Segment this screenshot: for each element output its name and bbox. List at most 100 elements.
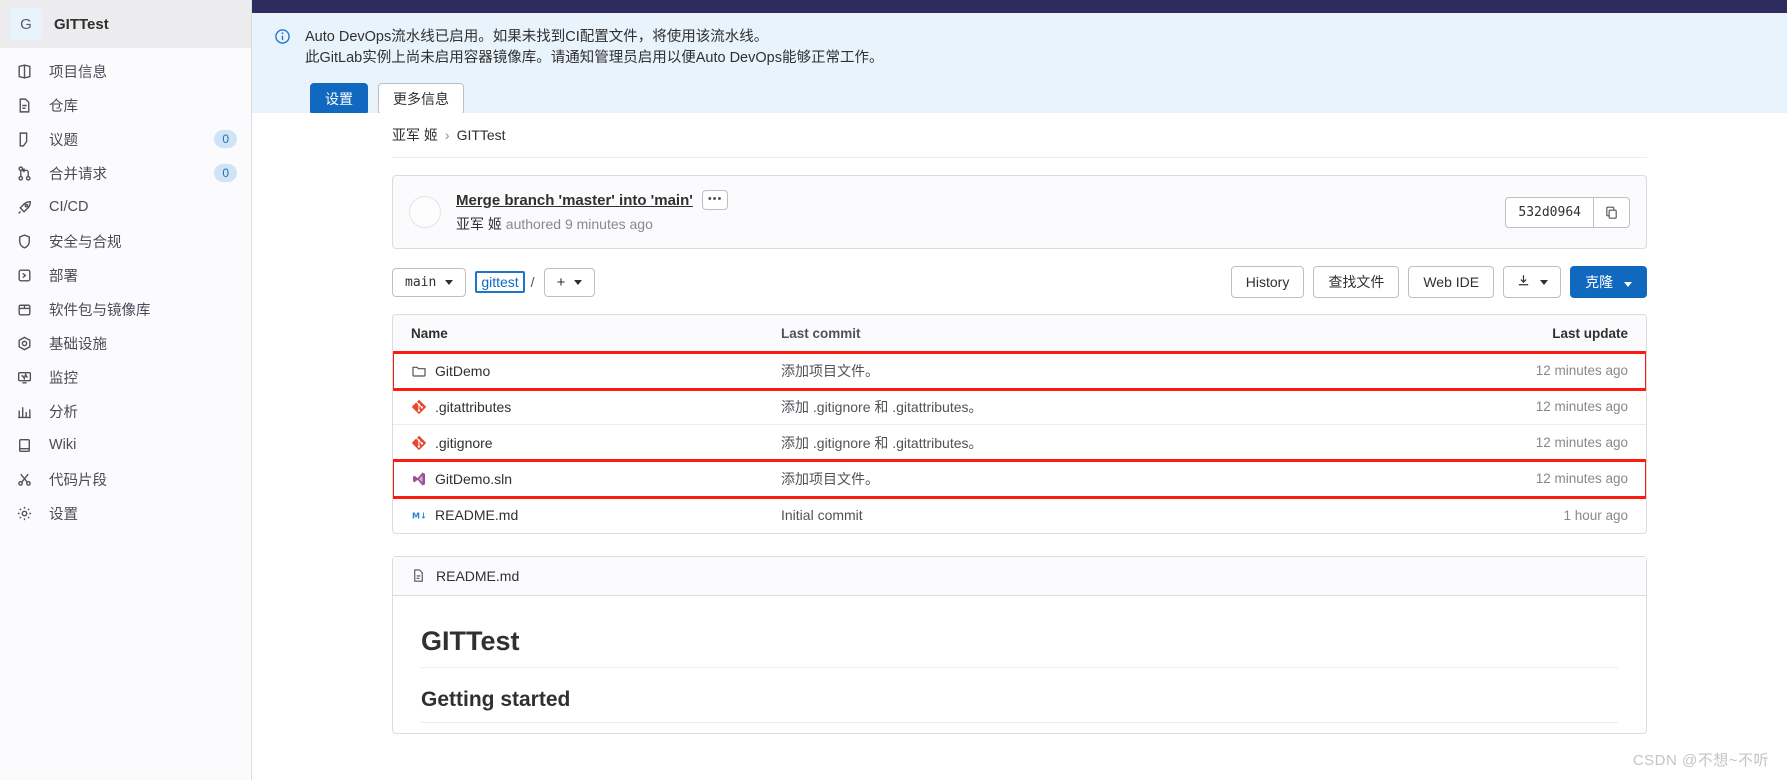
sidebar-item-cicd[interactable]: CI/CD — [0, 190, 251, 224]
sidebar-item-infrastructure[interactable]: 基础设施 — [0, 326, 251, 360]
table-row[interactable]: .gitignore 添加 .gitignore 和 .gitattribute… — [393, 425, 1646, 461]
issues-icon — [16, 130, 38, 148]
sidebar-item-wiki[interactable]: Wiki — [0, 428, 251, 462]
issues-count-badge: 0 — [214, 130, 237, 148]
sidebar-item-label: 软件包与镜像库 — [49, 302, 151, 319]
git-file-icon — [411, 399, 427, 415]
path-root-link[interactable]: gittest — [475, 271, 525, 293]
sidebar-item-settings[interactable]: 设置 — [0, 496, 251, 530]
copy-icon[interactable] — [1593, 196, 1630, 228]
sidebar-item-security[interactable]: 安全与合规 — [0, 224, 251, 258]
sidebar-item-label: 项目信息 — [49, 64, 107, 81]
csdn-watermark: CSDN @不想~不听 — [1632, 752, 1769, 769]
table-row[interactable]: GitDemo.sln 添加项目文件。 12 minutes ago — [393, 459, 1646, 499]
avatar — [409, 196, 441, 228]
sidebar-item-deployments[interactable]: 部署 — [0, 258, 251, 292]
sidebar-item-label: 分析 — [49, 404, 78, 421]
file-name-link[interactable]: README.md — [435, 507, 518, 523]
gear-icon — [16, 504, 38, 522]
last-commit-box: Merge branch 'master' into 'main' ••• 亚军… — [392, 175, 1647, 249]
project-avatar: G — [10, 8, 42, 40]
sidebar-item-monitor[interactable]: 监控 — [0, 360, 251, 394]
find-file-button[interactable]: 查找文件 — [1313, 266, 1400, 298]
commit-title[interactable]: Merge branch 'master' into 'main' — [456, 192, 693, 209]
file-table: Name Last commit Last update GitDemo 添加项… — [392, 314, 1647, 534]
sidebar-item-label: 部署 — [49, 268, 78, 285]
sidebar-item-label: 仓库 — [49, 98, 78, 115]
history-button[interactable]: History — [1230, 266, 1305, 298]
breadcrumb: 亚军 姬 › GITTest — [392, 125, 1647, 158]
clone-button[interactable]: 克隆 — [1570, 266, 1647, 298]
column-header-name: Name — [411, 326, 448, 341]
file-name-link[interactable]: .gitignore — [435, 435, 493, 451]
row-last-commit: 添加 .gitignore 和 .gitattributes。 — [781, 398, 983, 415]
file-name-link[interactable]: GitDemo — [435, 363, 490, 379]
sidebar-nav: 项目信息 仓库 议题 0 合并请求 0 CI/CD 安全与合规 部署 软件包与镜… — [0, 48, 251, 530]
chevron-down-icon — [445, 279, 454, 285]
sidebar-project-header[interactable]: G GITTest — [0, 0, 251, 48]
path-separator: / — [530, 274, 535, 290]
sidebar-item-merge-requests[interactable]: 合并请求 0 — [0, 156, 251, 190]
column-header-last-commit: Last commit — [781, 326, 861, 341]
sidebar-item-label: 基础设施 — [49, 336, 107, 353]
sidebar-item-label: 监控 — [49, 370, 78, 387]
breadcrumb-project[interactable]: GITTest — [457, 127, 506, 143]
monitor-icon — [16, 368, 38, 386]
sidebar-item-snippets[interactable]: 代码片段 — [0, 462, 251, 496]
table-row[interactable]: M↓ README.md Initial commit 1 hour ago — [393, 497, 1646, 533]
table-row[interactable]: .gitattributes 添加 .gitignore 和 .gitattri… — [393, 389, 1646, 425]
merge-requests-count-badge: 0 — [214, 164, 237, 182]
row-last-update: 12 minutes ago — [1535, 435, 1628, 450]
row-last-commit: 添加 .gitignore 和 .gitattributes。 — [781, 434, 983, 451]
commit-more-options-button[interactable]: ••• — [701, 190, 729, 210]
analytics-chart-icon — [16, 402, 38, 420]
branch-name: main — [405, 274, 437, 290]
path-breadcrumb: gittest / — [475, 271, 535, 293]
readme-heading: GITTest — [421, 626, 1618, 668]
clone-label: 克隆 — [1585, 274, 1614, 290]
breadcrumb-owner[interactable]: 亚军 姬 — [392, 125, 438, 145]
chevron-down-icon — [1624, 282, 1632, 287]
branch-selector[interactable]: main — [392, 267, 467, 297]
readme-panel-header: README.md — [393, 557, 1646, 596]
commit-sha-group: 532d0964 — [1505, 196, 1630, 228]
commit-sha[interactable]: 532d0964 — [1505, 196, 1593, 228]
project-info-icon — [16, 62, 38, 80]
row-last-commit: 添加项目文件。 — [781, 362, 879, 379]
sidebar-item-repository[interactable]: 仓库 — [0, 88, 251, 122]
package-icon — [16, 300, 38, 318]
top-navbar — [252, 0, 1787, 13]
sidebar-item-issues[interactable]: 议题 0 — [0, 122, 251, 156]
file-name-link[interactable]: .gitattributes — [435, 399, 511, 415]
sidebar-item-packages[interactable]: 软件包与镜像库 — [0, 292, 251, 326]
commit-author-line: 亚军 姬 authored 9 minutes ago — [456, 214, 1505, 234]
project-name: GITTest — [54, 15, 109, 33]
deployments-icon — [16, 266, 38, 284]
web-ide-button[interactable]: Web IDE — [1408, 266, 1495, 298]
alert-line-2: 此GitLab实例上尚未启用容器镜像库。请通知管理员启用以便Auto DevOp… — [305, 50, 884, 66]
sidebar-item-project-info[interactable]: 项目信息 — [0, 54, 251, 88]
readme-filename[interactable]: README.md — [436, 568, 519, 584]
table-row[interactable]: GitDemo 添加项目文件。 12 minutes ago — [393, 351, 1646, 391]
readme-subheading: Getting started — [421, 688, 1618, 723]
merge-requests-icon — [16, 164, 38, 182]
chevron-down-icon — [1540, 279, 1549, 285]
folder-icon — [411, 363, 427, 379]
add-to-repo-button[interactable]: + — [543, 267, 596, 297]
plus-icon: + — [556, 273, 566, 291]
repo-toolbar: main gittest / + History 查找文件 Web IDE 克隆 — [392, 266, 1647, 298]
chevron-down-icon — [574, 279, 583, 285]
sidebar-item-label: 安全与合规 — [49, 234, 122, 251]
auto-devops-alert: Auto DevOps流水线已启用。如果未找到CI配置文件，将使用该流水线。 此… — [252, 13, 1787, 115]
file-name-link[interactable]: GitDemo.sln — [435, 471, 512, 487]
svg-text:M↓: M↓ — [412, 512, 427, 521]
alert-line-1: Auto DevOps流水线已启用。如果未找到CI配置文件，将使用该流水线。 — [305, 29, 769, 45]
download-button[interactable] — [1503, 266, 1562, 298]
sidebar-item-analytics[interactable]: 分析 — [0, 394, 251, 428]
row-last-update: 1 hour ago — [1563, 507, 1628, 523]
row-last-update: 12 minutes ago — [1535, 399, 1628, 414]
markdown-icon: M↓ — [411, 507, 427, 523]
alert-more-info-button[interactable]: 更多信息 — [378, 83, 464, 115]
alert-settings-button[interactable]: 设置 — [310, 83, 368, 115]
row-last-commit: Initial commit — [781, 507, 863, 523]
